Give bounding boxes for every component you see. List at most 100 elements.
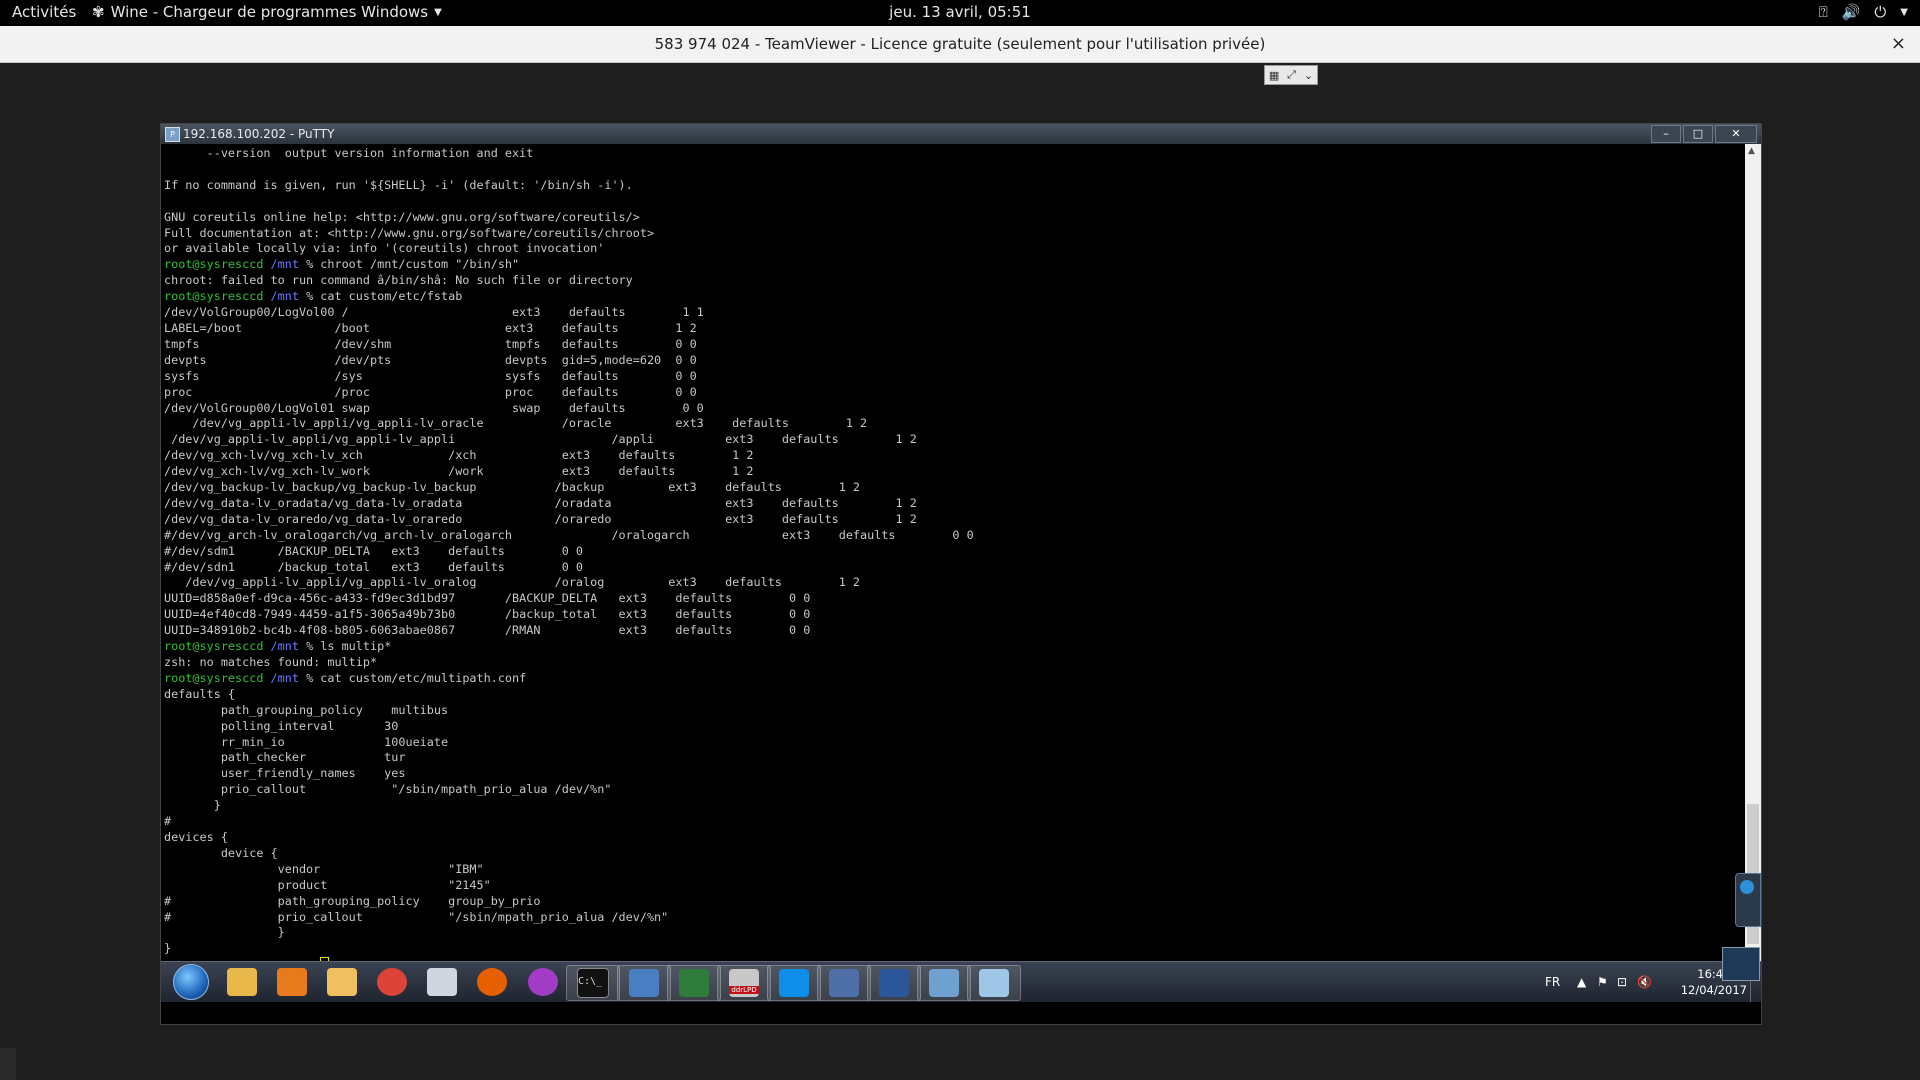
- prompt-path: /mnt: [270, 639, 299, 654]
- explorer-taskbar-button[interactable]: [216, 965, 268, 999]
- remote-desktop-icon: [829, 969, 859, 997]
- outlook-icon: [327, 968, 357, 996]
- minimized-window-thumbnail[interactable]: [1722, 947, 1760, 981]
- printer-taskbar-button[interactable]: ddrLPD: [717, 965, 771, 1001]
- chevron-down-icon[interactable]: ⌄: [1304, 69, 1313, 82]
- printer-label: ddrLPD: [729, 986, 759, 994]
- terminal-line: zsh: no matches found: multip*: [164, 655, 378, 669]
- terminal-prompt-line: root@sysresccd /mnt % cat custom/etc/mul…: [164, 671, 526, 685]
- terminal-line: tmpfs /dev/shm tmpfs defaults 0 0: [164, 336, 697, 351]
- printer-icon: ddrLPD: [729, 969, 759, 997]
- terminal-line: UUID=348910b2-bc4b-4f08-b805-6063abae086…: [164, 623, 811, 638]
- media-player-icon: [277, 968, 307, 996]
- command-text: % ls multip*: [298, 639, 392, 654]
- screenshot-taskbar-button[interactable]: [917, 965, 971, 1001]
- volume-icon[interactable]: 🔊: [1842, 3, 1861, 21]
- terminal-line: #/dev/sdm1 /BACKUP_DELTA ext3 defaults 0…: [164, 543, 584, 558]
- app-menu[interactable]: ✾ Wine - Chargeur de programmes Windows …: [92, 3, 442, 21]
- teamviewer-titlebar: 583 974 024 - TeamViewer - Licence gratu…: [0, 26, 1920, 63]
- installer-icon: [427, 968, 457, 996]
- terminal-line: devpts /dev/pts devpts gid=5,mode=620 0 …: [164, 352, 697, 367]
- scrollbar[interactable]: ▲: [1745, 144, 1761, 961]
- fullscreen-icon[interactable]: ⤢: [1287, 68, 1296, 82]
- notepad-icon: [979, 969, 1009, 997]
- power-icon[interactable]: ⏻: [1874, 3, 1886, 21]
- close-button[interactable]: ✕: [1715, 125, 1757, 143]
- terminal-line: GNU coreutils online help: <http://www.g…: [164, 209, 640, 224]
- grid-icon[interactable]: ▦: [1269, 69, 1279, 82]
- cmd-icon: C:\_: [577, 968, 609, 998]
- command-text: % cat custom/etc/multipath.conf: [298, 670, 527, 685]
- terminal-line: proc /proc proc defaults 0 0: [164, 384, 697, 399]
- outlook-taskbar-button[interactable]: [316, 965, 368, 999]
- word-taskbar-button[interactable]: [867, 965, 921, 1001]
- terminal-line: sysfs /sys sysfs defaults 0 0: [164, 368, 697, 383]
- terminal-line: device {: [164, 845, 278, 860]
- terminal-line: Full documentation at: <http://www.gnu.o…: [164, 225, 655, 240]
- putty-icon: P: [165, 127, 180, 142]
- prompt-path: /mnt: [270, 257, 299, 272]
- terminal-line: prio_callout "/sbin/mpath_prio_alua /dev…: [164, 782, 612, 797]
- spreadsheet-taskbar-button[interactable]: [667, 965, 721, 1001]
- terminal-line: /dev/VolGroup00/LogVol00 / ext3 defaults…: [164, 305, 704, 320]
- action-center-flag-icon[interactable]: ⚑: [1597, 962, 1608, 1002]
- start-orb: [173, 964, 209, 1000]
- terminal-line: chroot: failed to run command â/bin/shâ:…: [164, 273, 633, 288]
- notepad-taskbar-button[interactable]: [967, 965, 1021, 1001]
- volume-muted-icon[interactable]: 🔇: [1637, 962, 1652, 1002]
- teamviewer-taskbar-button[interactable]: [767, 965, 821, 1001]
- clock[interactable]: jeu. 13 avril, 05:51: [889, 3, 1031, 21]
- prompt-path: /mnt: [270, 289, 299, 304]
- app-menu-label: Wine - Chargeur de programmes Windows: [110, 3, 429, 21]
- terminal-line: If no command is given, run '${SHELL} -i…: [164, 177, 633, 192]
- installer-taskbar-button[interactable]: [416, 965, 468, 999]
- terminal-prompt-line: root@sysresccd /mnt % cat custom/etc/fst…: [164, 289, 462, 303]
- putty-titlebar[interactable]: P 192.168.100.202 - PuTTY – □ ✕: [161, 124, 1761, 144]
- activities-button[interactable]: Activités: [12, 3, 76, 21]
- terminal-line: /dev/vg_appli-lv_appli/vg_appli-lv_appli…: [164, 432, 917, 447]
- terminal-prompt-line: root@sysresccd /mnt % ls multip*: [164, 639, 391, 653]
- language-indicator[interactable]: FR: [1545, 962, 1560, 1002]
- putty-window: P 192.168.100.202 - PuTTY – □ ✕ --versio…: [160, 123, 1762, 1025]
- command-text: % cat custom/etc/fstab: [298, 289, 463, 304]
- q-app-taskbar-button[interactable]: [517, 965, 569, 999]
- terminal-prompt-line: root@sysresccd /mnt % chroot /mnt/custom…: [164, 257, 519, 271]
- firefox-taskbar-button[interactable]: [466, 965, 518, 999]
- terminal-line: /dev/vg_data-lv_oradata/vg_data-lv_orada…: [164, 495, 917, 510]
- media-player-taskbar-button[interactable]: [266, 965, 318, 999]
- terminal-output[interactable]: --version output version information and…: [164, 146, 1744, 961]
- windows-taskbar: C:\_ ddrLPD FR ▲ ⚑ ⊡ 🔇 16:45 12/04/2017: [161, 961, 1761, 1002]
- prompt-user: root@sysresccd: [164, 670, 264, 685]
- screenshot-icon: [929, 969, 959, 997]
- close-icon[interactable]: ×: [1891, 33, 1906, 54]
- terminal-line: vendor "IBM": [164, 861, 484, 876]
- teamviewer-toolbar-handle[interactable]: ▦ ⤢ ⌄: [1264, 65, 1318, 85]
- remote-desktop-taskbar-button[interactable]: [817, 965, 871, 1001]
- terminal-line: }: [164, 925, 285, 940]
- network-taskbar-button[interactable]: [617, 965, 671, 1001]
- terminal-line: UUID=d858a0ef-d9ca-456c-a433-fd9ec3d1bd9…: [164, 591, 811, 606]
- terminal-line: #/dev/vg_arch-lv_oralogarch/vg_arch-lv_o…: [164, 527, 974, 542]
- network-tray-icon[interactable]: ⊡: [1617, 962, 1627, 1002]
- network-icon: [629, 969, 659, 997]
- start-orb-taskbar-button[interactable]: [165, 964, 217, 1000]
- terminal-line: or available locally via: info '(coreuti…: [164, 241, 605, 256]
- system-tray[interactable]: ⍰ 🔊 ⏻ ▼: [1819, 3, 1908, 21]
- scroll-up-icon[interactable]: ▲: [1748, 146, 1755, 156]
- chrome-taskbar-button[interactable]: [366, 965, 418, 999]
- terminal-line: # prio_callout "/sbin/mpath_prio_alua /d…: [164, 909, 669, 924]
- chrome-icon: [377, 968, 407, 996]
- teamviewer-side-panel[interactable]: [1735, 873, 1761, 927]
- cmd-taskbar-button[interactable]: C:\_: [566, 965, 620, 1001]
- prompt-user: root@sysresccd: [164, 257, 264, 272]
- chevron-down-icon[interactable]: ▼: [1900, 7, 1908, 18]
- terminal-line: /dev/vg_backup-lv_backup/vg_backup-lv_ba…: [164, 480, 861, 495]
- accessibility-icon[interactable]: ⍰: [1819, 3, 1828, 21]
- firefox-icon: [477, 968, 507, 996]
- terminal-line: rr_min_io 100ueiate: [164, 734, 449, 749]
- show-hidden-icons-icon[interactable]: ▲: [1577, 962, 1586, 1002]
- terminal-line: --version output version information and…: [164, 146, 534, 160]
- maximize-button[interactable]: □: [1683, 125, 1713, 143]
- minimize-button[interactable]: –: [1651, 125, 1681, 143]
- remote-screen: ▦ ⤢ ⌄ P 192.168.100.202 - PuTTY – □ ✕ --…: [0, 63, 1920, 1080]
